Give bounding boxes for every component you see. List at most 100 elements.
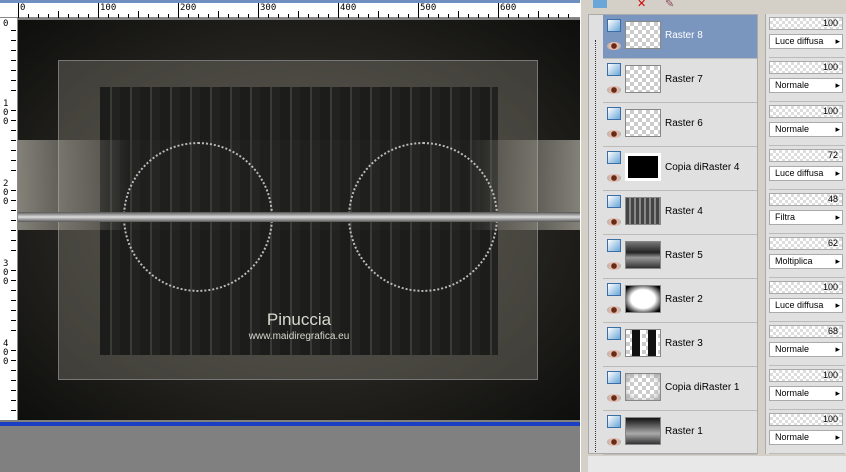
layers-toolbar: ✕ ✎	[585, 0, 846, 12]
blend-mode-dropdown[interactable]: Luce diffusa	[769, 166, 843, 181]
blend-mode-dropdown[interactable]: Moltiplica	[769, 254, 843, 269]
ruler-tick	[11, 210, 16, 211]
ruler-tick	[11, 370, 16, 371]
visibility-eye-icon[interactable]	[607, 350, 621, 358]
ruler-tick	[11, 40, 16, 41]
ruler-tick	[11, 110, 16, 111]
layer-name[interactable]: Copia diRaster 1	[665, 382, 739, 393]
blend-mode-dropdown[interactable]: Normale	[769, 122, 843, 137]
ruler-tick	[11, 130, 16, 131]
blend-mode-dropdown[interactable]: Normale	[769, 386, 843, 401]
opacity-slider[interactable]: 100	[769, 281, 843, 294]
blend-mode-dropdown[interactable]: Luce diffusa	[769, 298, 843, 313]
layer-name[interactable]: Raster 8	[665, 30, 703, 41]
layer-name[interactable]: Raster 3	[665, 338, 703, 349]
visibility-eye-icon[interactable]	[607, 86, 621, 94]
layer-row[interactable]: Raster 7	[603, 59, 757, 103]
ruler-tick	[318, 14, 319, 18]
layer-name[interactable]: Raster 6	[665, 118, 703, 129]
ruler-tick	[11, 200, 16, 201]
ruler-tick	[11, 160, 16, 161]
visibility-eye-icon[interactable]	[607, 174, 621, 182]
visibility-eye-icon[interactable]	[607, 130, 621, 138]
layer-name[interactable]: Raster 4	[665, 206, 703, 217]
ruler-tick	[11, 350, 16, 351]
ruler-tick	[268, 14, 269, 18]
opacity-slider[interactable]: 100	[769, 369, 843, 382]
layer-row[interactable]: Raster 2	[603, 279, 757, 323]
opacity-slider[interactable]: 62	[769, 237, 843, 250]
opacity-slider[interactable]: 72	[769, 149, 843, 162]
ruler-tick	[368, 14, 369, 18]
blend-mode-dropdown[interactable]: Luce diffusa	[769, 34, 843, 49]
layer-type-icon	[607, 63, 621, 76]
layer-name[interactable]: Raster 2	[665, 294, 703, 305]
layers-palette: ✕ ✎ Raster 8 Raster 7 Raster 6 Copia diRast…	[585, 0, 846, 472]
ruler-tick	[68, 14, 69, 18]
layer-props: 100 Normale	[769, 366, 845, 410]
layer-props: 100 Luce diffusa	[769, 14, 845, 58]
visibility-eye-icon[interactable]	[607, 262, 621, 270]
layer-type-icon	[607, 415, 621, 428]
visibility-eye-icon[interactable]	[607, 438, 621, 446]
opacity-slider[interactable]: 100	[769, 413, 843, 426]
ruler-tick	[158, 14, 159, 18]
ruler-tick	[528, 14, 529, 18]
blend-mode-dropdown[interactable]: Normale	[769, 342, 843, 357]
opacity-slider[interactable]: 100	[769, 61, 843, 74]
layer-name[interactable]: Raster 5	[665, 250, 703, 261]
ruler-tick	[11, 290, 16, 291]
ruler-tick	[568, 14, 569, 18]
opacity-slider[interactable]: 48	[769, 193, 843, 206]
ruler-tick	[11, 270, 16, 271]
ruler-label: 0	[3, 19, 9, 29]
layer-thumbnail	[625, 65, 661, 93]
layer-name[interactable]: Raster 1	[665, 426, 703, 437]
opacity-slider[interactable]: 68	[769, 325, 843, 338]
layer-name[interactable]: Copia diRaster 4	[665, 162, 739, 173]
opacity-slider[interactable]: 100	[769, 105, 843, 118]
ruler-tick	[278, 14, 279, 18]
ruler-tick	[11, 220, 16, 221]
ruler-tick	[398, 14, 399, 18]
layer-list: Raster 8 Raster 7 Raster 6 Copia diRaster 4…	[588, 14, 758, 455]
ruler-tick	[11, 320, 16, 321]
layer-type-icon	[607, 371, 621, 384]
image-canvas[interactable]: Pinuccia www.maidiregrafica.eu	[18, 20, 580, 420]
ruler-tick	[548, 14, 549, 18]
palette-scrollbar[interactable]	[588, 456, 846, 472]
blend-mode-dropdown[interactable]: Normale	[769, 430, 843, 445]
ruler-vertical: 0 1 0 0 2 0 0 3 0 0 4 0 0	[0, 18, 18, 420]
layer-row[interactable]: Raster 1	[603, 411, 757, 455]
visibility-eye-icon[interactable]	[607, 306, 621, 314]
ruler-tick	[458, 11, 459, 18]
blend-mode-dropdown[interactable]: Filtra	[769, 210, 843, 225]
ruler-tick	[328, 14, 329, 18]
opacity-slider[interactable]: 100	[769, 17, 843, 30]
ruler-tick	[428, 14, 429, 18]
layer-row[interactable]: Raster 8	[603, 15, 757, 59]
ruler-tick	[11, 410, 16, 411]
layer-row[interactable]: Raster 5	[603, 235, 757, 279]
ruler-tick	[178, 3, 179, 18]
ruler-tick	[11, 170, 16, 171]
blend-mode-dropdown[interactable]: Normale	[769, 78, 843, 93]
layer-row[interactable]: Raster 4	[603, 191, 757, 235]
layer-name[interactable]: Raster 7	[665, 74, 703, 85]
brush-icon[interactable]: ✎	[665, 0, 674, 10]
layer-row[interactable]: Copia diRaster 1	[603, 367, 757, 411]
ruler-tick	[11, 60, 16, 61]
visibility-eye-icon[interactable]	[607, 42, 621, 50]
ruler-tick	[108, 14, 109, 18]
watermark-title: Pinuccia	[266, 310, 332, 329]
layer-row[interactable]: Raster 3	[603, 323, 757, 367]
delete-layer-icon[interactable]: ✕	[637, 0, 646, 10]
visibility-eye-icon[interactable]	[607, 394, 621, 402]
ruler-tick	[11, 30, 16, 31]
layer-row[interactable]: Raster 6	[603, 103, 757, 147]
ruler-tick	[11, 150, 16, 151]
ruler-label: 500	[420, 3, 437, 13]
visibility-eye-icon[interactable]	[607, 218, 621, 226]
layer-row[interactable]: Copia diRaster 4	[603, 147, 757, 191]
new-layer-icon[interactable]	[593, 0, 607, 8]
